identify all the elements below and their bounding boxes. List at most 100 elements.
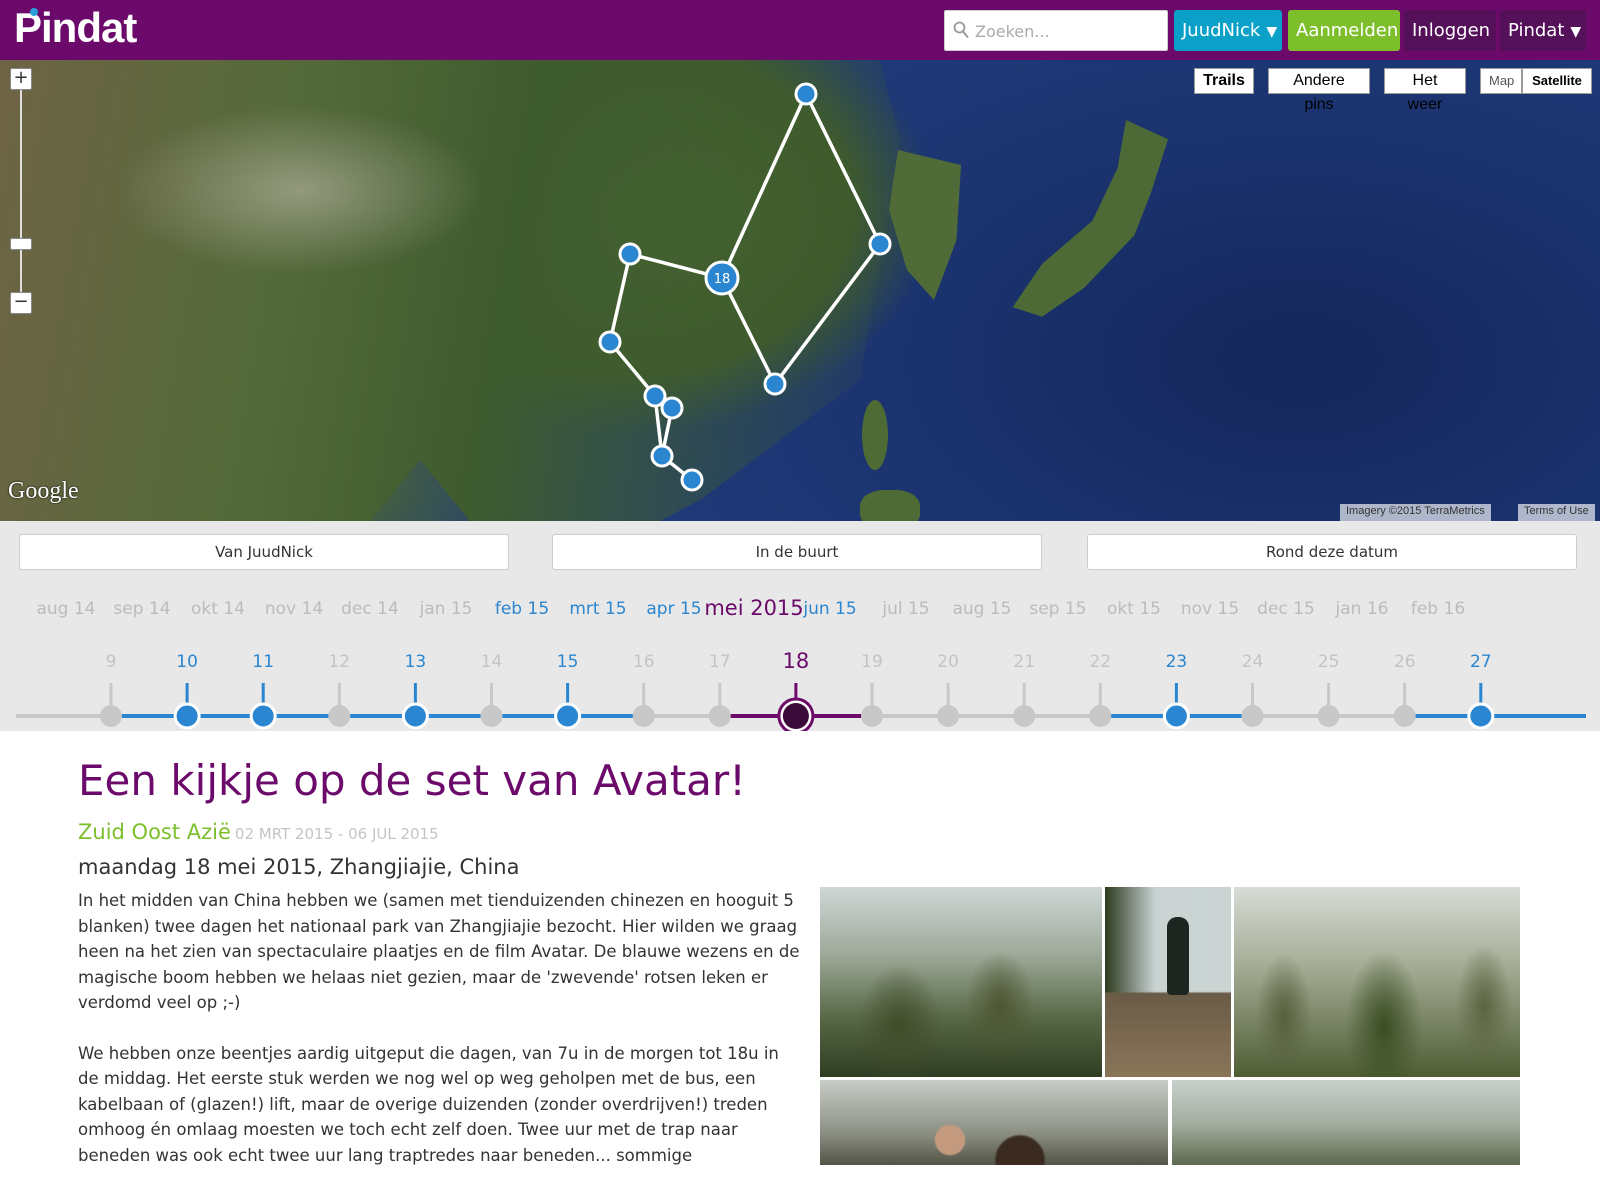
zoom-slider-track[interactable] [20, 88, 22, 294]
timeline-month[interactable]: apr 15 [646, 599, 701, 619]
timeline-month[interactable]: jan 15 [420, 599, 473, 619]
satellite-map[interactable]: 18 + − Trails Andere pins Het weer Map S… [0, 60, 1600, 521]
timeline-month[interactable]: sep 15 [1029, 599, 1086, 619]
filter-rond-datum-button[interactable]: Rond deze datum [1087, 534, 1577, 570]
timeline-day-label[interactable]: 13 [405, 652, 427, 672]
signup-button[interactable]: Aanmelden [1288, 10, 1400, 51]
logo-pin-dot [30, 8, 38, 16]
trip-name-link[interactable]: Zuid Oost Azië [78, 820, 231, 844]
gallery-photo[interactable] [1234, 887, 1520, 1077]
pindat-menu-button[interactable]: Pindat ▼ [1500, 10, 1586, 51]
map-pin[interactable] [680, 468, 704, 492]
map-type-map-button[interactable]: Map [1480, 68, 1522, 94]
map-pin[interactable] [763, 372, 787, 396]
timeline-day-label[interactable]: 21 [1013, 652, 1035, 672]
filter-in-de-buurt-button[interactable]: In de buurt [552, 534, 1042, 570]
timeline-day-empty[interactable] [1013, 705, 1036, 727]
map-pin[interactable] [794, 82, 818, 106]
post-body: In het midden van China hebben we (samen… [78, 888, 800, 1193]
terms-of-use-link[interactable]: Terms of Use [1518, 504, 1595, 521]
timeline-day-post[interactable] [173, 702, 201, 730]
timeline-day-label[interactable]: 25 [1318, 652, 1340, 672]
map-pin[interactable] [598, 330, 622, 354]
andere-pins-button[interactable]: Andere pins [1268, 68, 1370, 113]
user-menu-button[interactable]: JuudNick ▼ [1174, 10, 1282, 51]
timeline-day-empty[interactable] [100, 705, 122, 727]
trails-button[interactable]: Trails [1194, 68, 1254, 94]
zoom-slider-handle[interactable] [10, 238, 32, 250]
filter-van-button[interactable]: Van JuudNick [19, 534, 509, 570]
timeline-month[interactable]: mrt 15 [569, 599, 626, 619]
timeline-month[interactable]: jun 15 [803, 599, 856, 619]
timeline-month[interactable]: dec 14 [341, 599, 399, 619]
timeline-day-label[interactable]: 17 [709, 652, 731, 672]
timeline-day-label[interactable]: 27 [1470, 652, 1492, 672]
timeline-day-label[interactable]: 19 [861, 652, 883, 672]
top-navigation-bar: Pindat JuudNick ▼ Aanmelden Inloggen Pind… [0, 0, 1600, 60]
timeline-day-empty[interactable] [328, 705, 351, 727]
zoom-out-button[interactable]: − [10, 292, 32, 314]
timeline-month[interactable]: aug 14 [36, 599, 95, 619]
timeline-month[interactable]: jan 16 [1336, 599, 1389, 619]
timeline-day-post[interactable] [1162, 702, 1190, 730]
timeline-month[interactable]: okt 14 [191, 599, 245, 619]
timeline-month[interactable]: okt 15 [1107, 599, 1161, 619]
timeline-day-label[interactable]: 22 [1089, 652, 1111, 672]
timeline-day-label[interactable]: 12 [328, 652, 350, 672]
zoom-control: + − [10, 68, 32, 314]
trail-line [720, 93, 808, 279]
timeline-day-label[interactable]: 11 [252, 652, 274, 672]
timeline-day-label[interactable]: 9 [106, 652, 117, 672]
timeline-day-post[interactable] [1467, 702, 1495, 730]
timeline-day-empty[interactable] [632, 705, 655, 727]
trip-dates: 02 MRT 2015 - 06 JUL 2015 [234, 825, 439, 843]
timeline-day-label[interactable]: 26 [1394, 652, 1416, 672]
timeline-day-label[interactable]: 18 [783, 649, 810, 673]
timeline-day-empty[interactable] [1089, 705, 1112, 727]
timeline-day-label[interactable]: 14 [481, 652, 503, 672]
timeline-day-empty[interactable] [861, 705, 883, 727]
map-pin[interactable] [618, 242, 642, 266]
timeline-day-label[interactable]: 24 [1242, 652, 1264, 672]
gallery-photo[interactable] [1105, 887, 1231, 1077]
timeline-day-empty[interactable] [1317, 705, 1340, 727]
gallery-photo[interactable] [820, 887, 1102, 1077]
timeline-month[interactable]: sep 14 [113, 599, 170, 619]
gallery-photo[interactable] [1172, 1080, 1520, 1165]
search-box[interactable] [944, 10, 1168, 51]
timeline-day-post[interactable] [554, 702, 582, 730]
timeline-day-empty[interactable] [708, 705, 731, 727]
map-pin[interactable] [660, 396, 684, 420]
post-paragraph: In het midden van China hebben we (samen… [78, 891, 800, 1012]
timeline-day-empty[interactable] [937, 705, 960, 727]
trip-info: Zuid Oost Azië 02 MRT 2015 - 06 JUL 2015 [78, 820, 439, 844]
map-pin[interactable] [868, 232, 892, 256]
timeline-day-post[interactable] [249, 702, 277, 730]
search-input[interactable] [975, 17, 1161, 45]
timeline-month[interactable]: nov 15 [1181, 599, 1239, 619]
timeline-day-label[interactable]: 16 [633, 652, 655, 672]
timeline-month[interactable]: feb 15 [495, 599, 549, 619]
map-type-satellite-button[interactable]: Satellite [1522, 68, 1592, 94]
gallery-photo[interactable] [820, 1080, 1168, 1165]
timeline-day-empty[interactable] [1241, 705, 1264, 727]
het-weer-button[interactable]: Het weer [1384, 68, 1466, 113]
timeline-day-empty[interactable] [1393, 705, 1416, 727]
timeline-day-label[interactable]: 15 [557, 652, 579, 672]
timeline-month[interactable]: jul 15 [882, 599, 929, 619]
timeline-day-label[interactable]: 23 [1166, 652, 1188, 672]
timeline-month[interactable]: mei 2015 [704, 596, 803, 620]
timeline-month[interactable]: nov 14 [265, 599, 323, 619]
timeline-day-label[interactable]: 10 [176, 652, 198, 672]
timeline-month[interactable]: aug 15 [952, 599, 1011, 619]
timeline-day-label[interactable]: 20 [937, 652, 959, 672]
timeline-month[interactable]: feb 16 [1411, 599, 1465, 619]
timeline-day-empty[interactable] [480, 705, 503, 727]
timeline-month[interactable]: dec 15 [1257, 599, 1315, 619]
login-button[interactable]: Inloggen [1404, 10, 1496, 51]
map-pin[interactable] [650, 444, 674, 468]
timeline-panel: Van JuudNick In de buurt Rond deze datum… [0, 521, 1600, 731]
zoom-in-button[interactable]: + [10, 68, 32, 90]
timeline-day-post[interactable] [401, 702, 429, 730]
google-logo: Google [8, 478, 79, 504]
